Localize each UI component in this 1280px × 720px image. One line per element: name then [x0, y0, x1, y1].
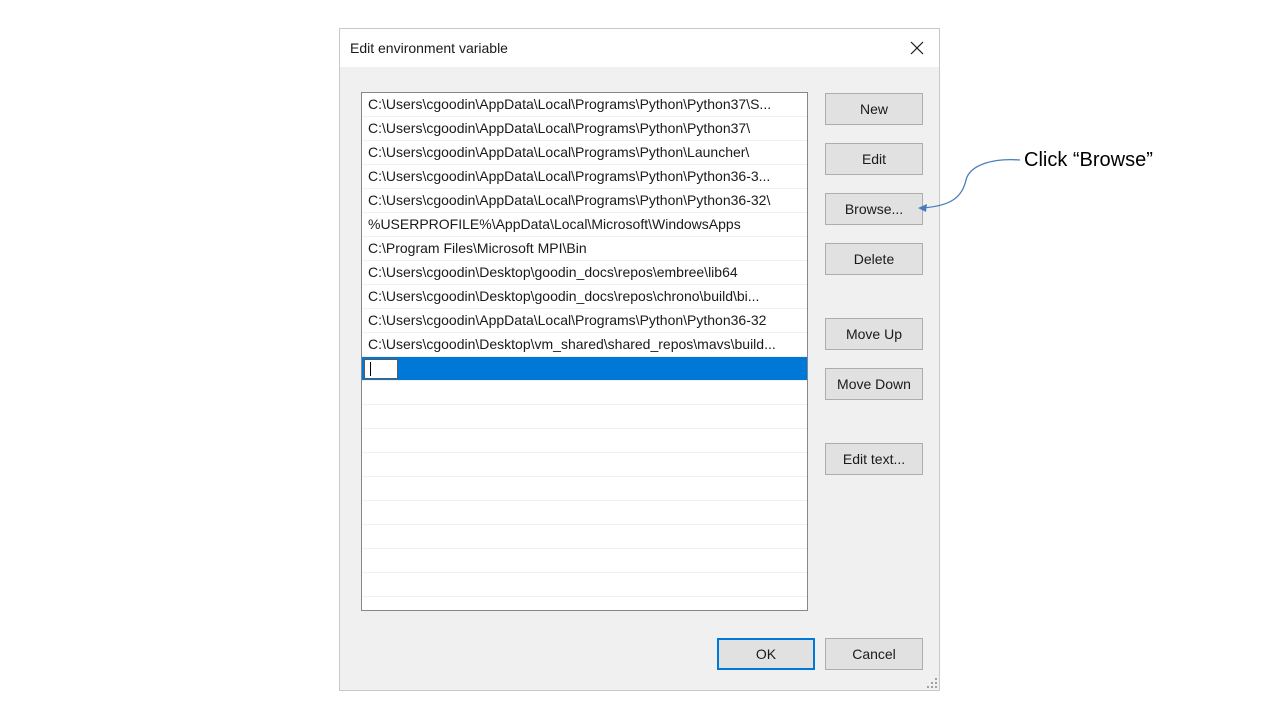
list-item[interactable]: C:\Users\cgoodin\Desktop\goodin_docs\rep…: [362, 261, 807, 285]
list-item[interactable]: C:\Users\cgoodin\AppData\Local\Programs\…: [362, 93, 807, 117]
cancel-button[interactable]: Cancel: [825, 638, 923, 670]
edit-text-button[interactable]: Edit text...: [825, 443, 923, 475]
new-entry-input[interactable]: [364, 359, 398, 379]
list-item-empty[interactable]: [362, 549, 807, 573]
list-item-empty[interactable]: [362, 453, 807, 477]
new-button[interactable]: New: [825, 93, 923, 125]
list-item[interactable]: C:\Users\cgoodin\AppData\Local\Programs\…: [362, 189, 807, 213]
list-item-empty[interactable]: [362, 429, 807, 453]
delete-button[interactable]: Delete: [825, 243, 923, 275]
list-item-selected-new[interactable]: [362, 357, 807, 381]
list-item-empty[interactable]: [362, 381, 807, 405]
list-item[interactable]: %USERPROFILE%\AppData\Local\Microsoft\Wi…: [362, 213, 807, 237]
list-item[interactable]: C:\Program Files\Microsoft MPI\Bin: [362, 237, 807, 261]
close-icon: [910, 41, 924, 55]
list-item-empty[interactable]: [362, 573, 807, 597]
title-bar: Edit environment variable: [340, 29, 939, 67]
annotation-callout: Click “Browse”: [1024, 149, 1153, 171]
move-up-button[interactable]: Move Up: [825, 318, 923, 350]
move-down-button[interactable]: Move Down: [825, 368, 923, 400]
list-item[interactable]: C:\Users\cgoodin\Desktop\vm_shared\share…: [362, 333, 807, 357]
list-item-empty[interactable]: [362, 477, 807, 501]
dialog-title: Edit environment variable: [350, 40, 508, 56]
list-item[interactable]: C:\Users\cgoodin\AppData\Local\Programs\…: [362, 117, 807, 141]
path-list[interactable]: C:\Users\cgoodin\AppData\Local\Programs\…: [361, 92, 808, 611]
list-item[interactable]: C:\Users\cgoodin\AppData\Local\Programs\…: [362, 165, 807, 189]
list-item-empty[interactable]: [362, 405, 807, 429]
edit-environment-variable-dialog: Edit environment variable C:\Users\cgood…: [339, 28, 940, 691]
list-item-empty[interactable]: [362, 597, 807, 610]
list-item-empty[interactable]: [362, 501, 807, 525]
text-caret: [370, 362, 371, 376]
list-item[interactable]: C:\Users\cgoodin\AppData\Local\Programs\…: [362, 141, 807, 165]
annotation-arrow-icon: [918, 158, 1021, 212]
resize-grip-icon[interactable]: [927, 678, 937, 688]
close-button[interactable]: [895, 29, 939, 67]
ok-button[interactable]: OK: [717, 638, 815, 670]
list-item[interactable]: C:\Users\cgoodin\AppData\Local\Programs\…: [362, 309, 807, 333]
list-item[interactable]: C:\Users\cgoodin\Desktop\goodin_docs\rep…: [362, 285, 807, 309]
list-item-empty[interactable]: [362, 525, 807, 549]
